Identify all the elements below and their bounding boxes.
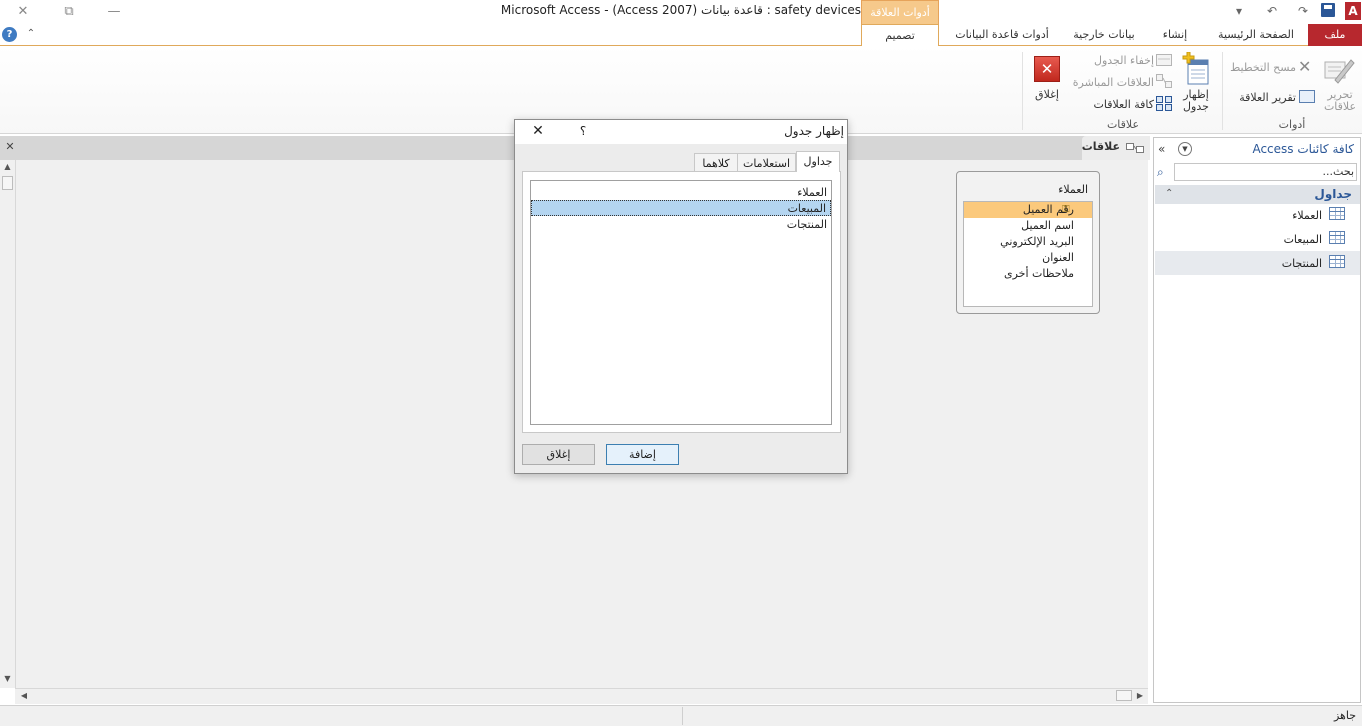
tab-file[interactable]: ملف: [1308, 24, 1362, 46]
dialog-tab-tables[interactable]: جداول: [796, 151, 840, 172]
hide-table-button[interactable]: إخفاء الجدول: [1074, 54, 1154, 67]
direct-relationships-icon[interactable]: [1156, 74, 1172, 88]
document-tab-label: علاقات: [1081, 140, 1120, 153]
edit-relationships-icon[interactable]: [1321, 52, 1355, 88]
show-table-button[interactable]: إظهار جدول: [1180, 89, 1212, 113]
collapse-ribbon-icon[interactable]: ⌃: [24, 26, 38, 42]
field-item[interactable]: البريد الإلكتروني: [964, 234, 1092, 250]
vertical-scroll-thumb[interactable]: [2, 176, 13, 190]
dialog-list-item[interactable]: المنتجات: [531, 217, 831, 233]
close-window-button[interactable]: ✕: [8, 2, 38, 22]
window-title: Microsoft Access - (Access 2007) قاعدة ب…: [500, 3, 862, 17]
nav-pane-menu-icon[interactable]: ▼: [1178, 142, 1192, 156]
group-separator: [1222, 52, 1223, 130]
dialog-list-item[interactable]: العملاء: [531, 185, 831, 201]
relationships-group-caption: علاقات: [1106, 118, 1140, 131]
primary-key-icon: ⚿: [1062, 204, 1070, 215]
dialog-tab-both[interactable]: كلاهما: [694, 153, 737, 172]
shutter-bar-close-icon[interactable]: «: [1158, 141, 1172, 157]
collapse-group-icon[interactable]: ⌃: [1165, 187, 1177, 201]
dialog-list-item-selected[interactable]: المبيعات: [531, 200, 831, 216]
dialog-close-text-button[interactable]: إغلاق: [522, 444, 595, 465]
edit-relationships-button[interactable]: تحرير علاقات: [1322, 89, 1358, 113]
nav-item-label: العملاء: [1292, 209, 1322, 222]
nav-pane-title[interactable]: كافة كائنات Access: [1200, 142, 1354, 156]
dialog-tab-queries[interactable]: استعلامات: [737, 153, 796, 172]
field-list-title[interactable]: العملاء: [964, 183, 1088, 196]
clear-layout-button[interactable]: مسح التخطيط: [1224, 61, 1296, 74]
field-item[interactable]: العنوان: [964, 250, 1092, 266]
table-icon: [1329, 255, 1345, 268]
relationships-tab-icon: [1126, 141, 1144, 155]
nav-item-label: المنتجات: [1281, 257, 1322, 270]
show-table-icon[interactable]: [1180, 51, 1212, 86]
relationship-report-icon[interactable]: [1299, 90, 1315, 103]
customize-qat-icon[interactable]: ▾: [1236, 2, 1242, 20]
tab-home[interactable]: الصفحة الرئيسية: [1208, 24, 1304, 46]
table-icon: [1329, 207, 1345, 220]
tab-design[interactable]: تصميم: [861, 24, 939, 47]
status-text: جاهز: [1333, 709, 1356, 722]
tab-external-data[interactable]: بيانات خارجية: [1068, 24, 1140, 46]
restore-window-button[interactable]: ⧉: [54, 2, 84, 22]
horizontal-scroll-thumb[interactable]: [1116, 690, 1132, 701]
direct-relationships-button[interactable]: العلاقات المباشرة: [1052, 76, 1154, 89]
nav-item-label: المبيعات: [1283, 233, 1322, 246]
scroll-left-icon[interactable]: ◀: [18, 689, 30, 702]
access-app-icon[interactable]: A: [1345, 2, 1361, 20]
relationship-tools-contextual-label: أدوات العلاقة: [861, 0, 939, 24]
status-bar: [0, 705, 1362, 726]
scroll-up-icon[interactable]: ▲: [2, 162, 13, 172]
tab-database-tools[interactable]: أدوات قاعدة البيانات: [950, 24, 1054, 46]
minimize-window-button[interactable]: —: [99, 2, 129, 22]
redo-icon[interactable]: ↷: [1298, 2, 1308, 20]
close-document-button[interactable]: ✕: [3, 139, 17, 155]
all-relationships-button[interactable]: كافة العلاقات: [1074, 98, 1154, 111]
tools-group-caption: أدوات: [1278, 118, 1306, 131]
field-item[interactable]: رقم العميل: [964, 202, 1092, 218]
tab-create[interactable]: إنشاء: [1152, 24, 1198, 46]
all-relationships-icon[interactable]: [1156, 96, 1172, 111]
undo-icon[interactable]: ↶: [1267, 2, 1277, 20]
nav-group-label: جداول: [1314, 187, 1352, 201]
scroll-right-icon[interactable]: ▶: [1134, 689, 1146, 702]
scroll-down-icon[interactable]: ▼: [2, 674, 13, 684]
table-icon: [1329, 231, 1345, 244]
horizontal-scrollbar[interactable]: [15, 688, 1148, 704]
field-item[interactable]: اسم العميل: [964, 218, 1092, 234]
group-separator: [1022, 52, 1023, 130]
dialog-title: إظهار جدول: [784, 124, 844, 138]
relationship-report-button[interactable]: تقرير العلاقة: [1224, 91, 1296, 104]
dialog-close-button[interactable]: ✕: [528, 122, 548, 140]
dialog-help-button[interactable]: ؟: [575, 123, 591, 139]
vertical-scrollbar[interactable]: [0, 160, 16, 688]
field-item[interactable]: ملاحظات أخرى: [964, 266, 1092, 282]
show-table-label-2: جدول: [1183, 100, 1209, 113]
add-button[interactable]: إضافة: [606, 444, 679, 465]
save-icon[interactable]: [1321, 3, 1335, 17]
status-divider: [682, 707, 683, 725]
nav-search-input[interactable]: بحث...: [1177, 165, 1354, 178]
clear-layout-icon[interactable]: ✕: [1298, 59, 1314, 75]
help-icon[interactable]: ?: [2, 27, 17, 42]
hide-table-icon[interactable]: [1156, 54, 1172, 66]
close-relationships-button[interactable]: إغلاق: [1028, 88, 1066, 101]
search-icon[interactable]: ⌕: [1157, 164, 1171, 180]
close-relationships-icon[interactable]: ✕: [1034, 56, 1060, 82]
edit-relationships-label-2: علاقات: [1323, 100, 1357, 113]
